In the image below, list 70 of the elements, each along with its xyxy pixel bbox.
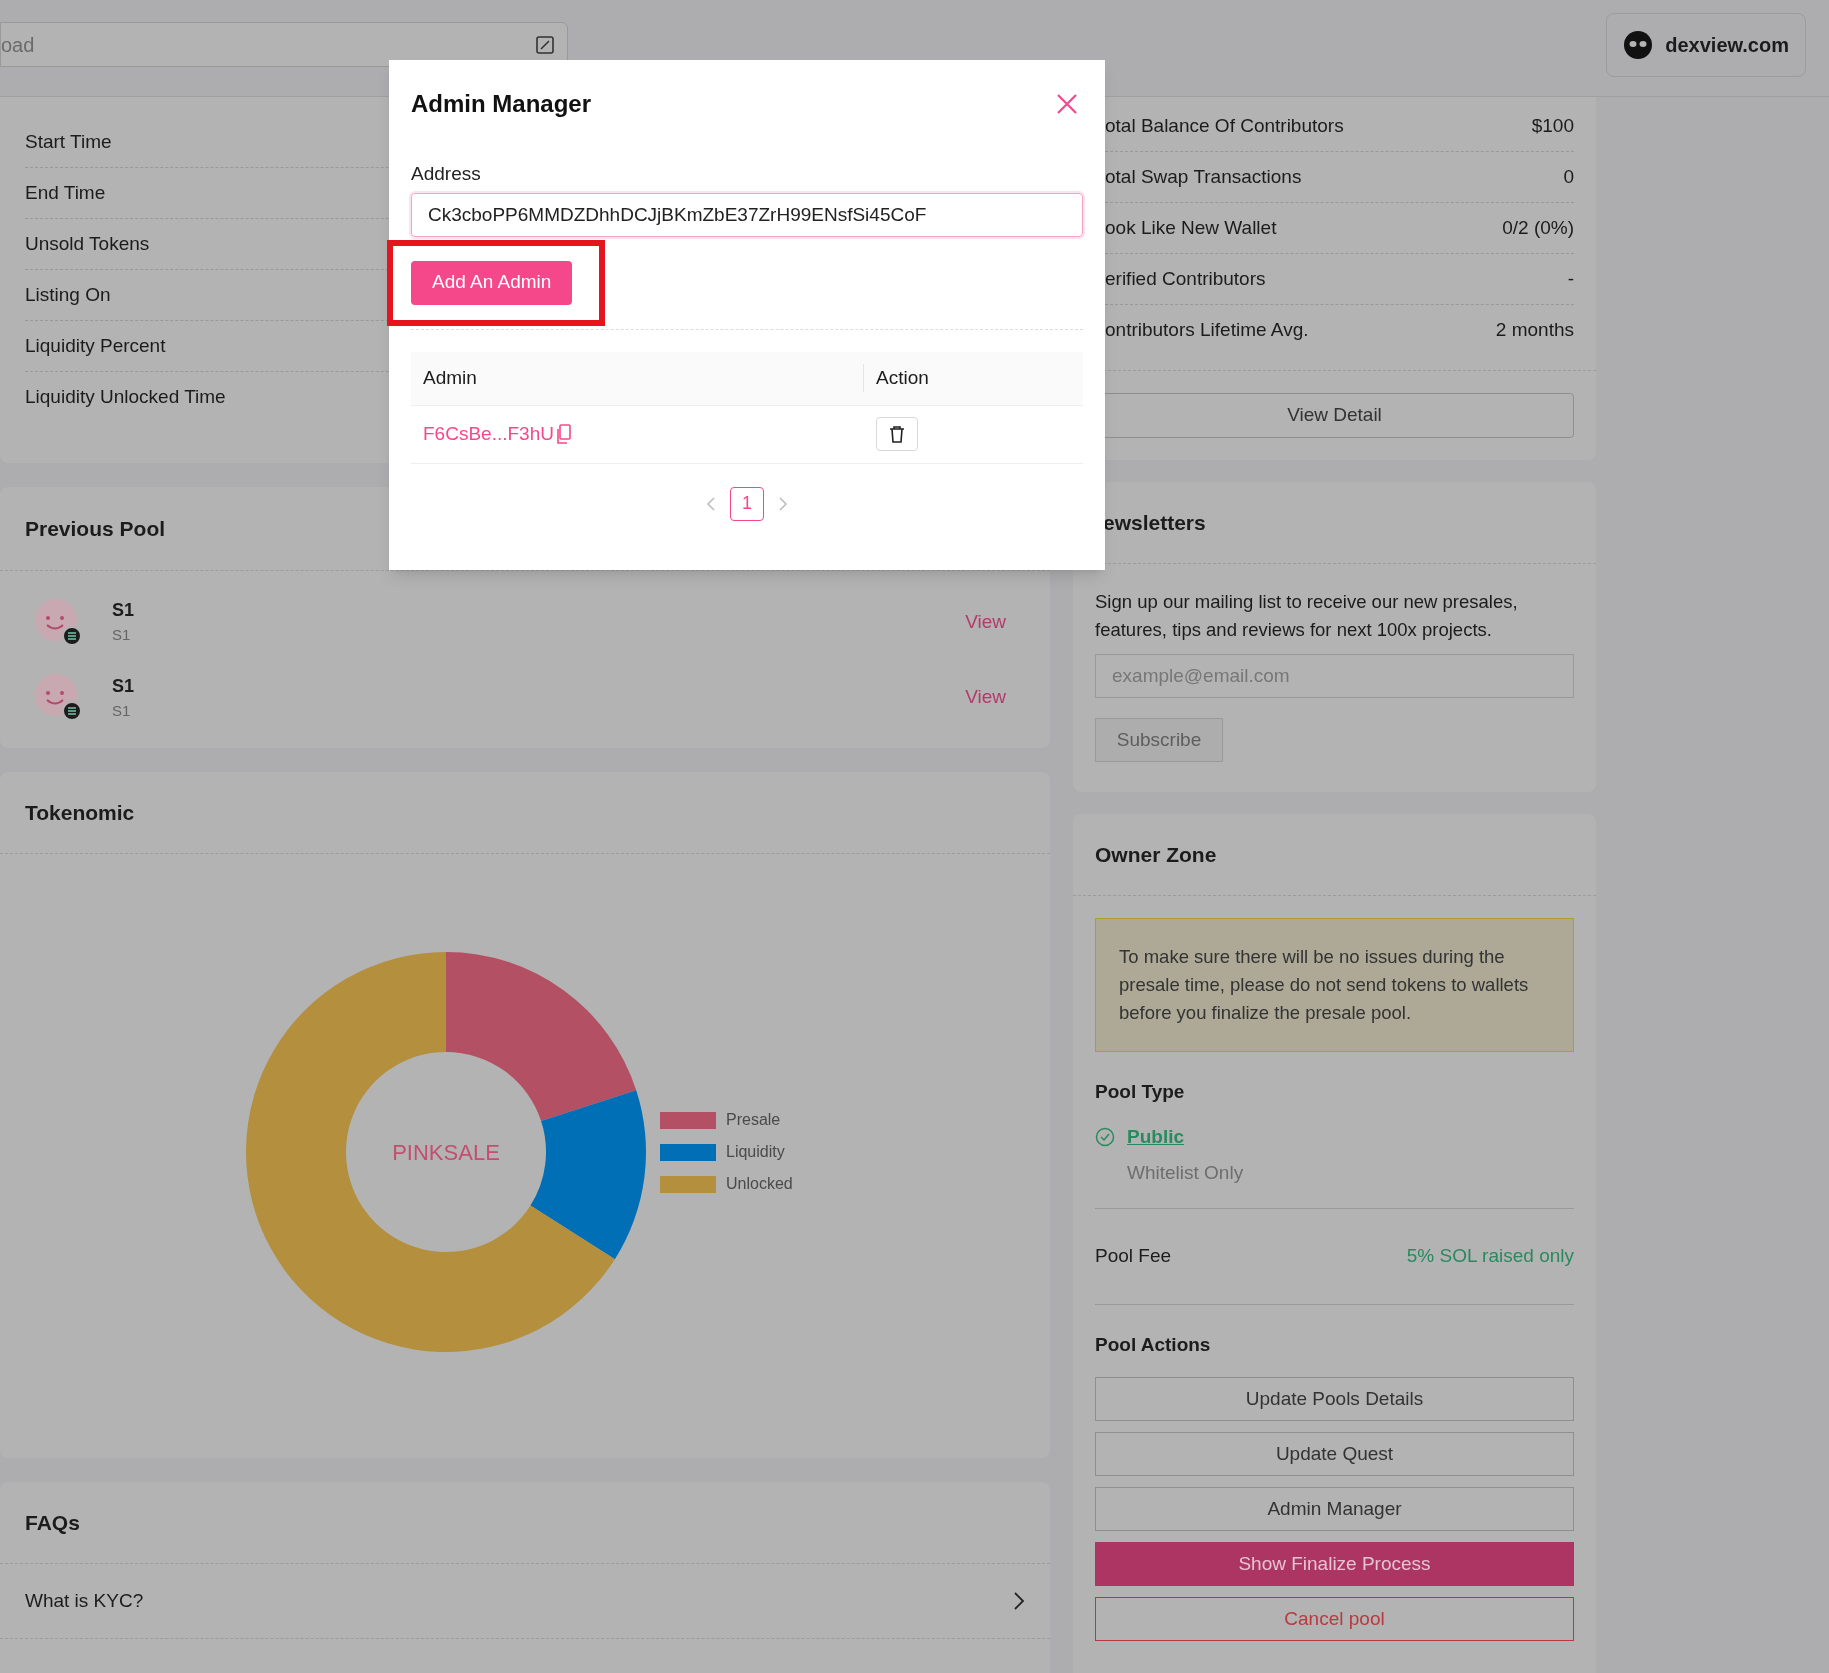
address-label: Address (411, 162, 482, 186)
stat-value: $100 (1531, 113, 1574, 138)
site-link-button[interactable]: dexview.com (1606, 13, 1806, 77)
subsection-title: Pool Type (1095, 1080, 1186, 1104)
info-label: End Time (25, 180, 106, 205)
fee-label: Pool Fee (1095, 1243, 1172, 1268)
warning-notice: To make sure there will be no issues during the presale time, please do not send tokens to wallets before you finalize the presale pool. (1095, 918, 1574, 1052)
trash-icon (889, 425, 905, 443)
legend-label: Liquidity (726, 1142, 785, 1162)
pool-type-option[interactable]: Public (1127, 1122, 1184, 1151)
legend-label: Presale (726, 1110, 781, 1130)
pool-action-button[interactable]: Update Pools Details (1095, 1377, 1574, 1421)
section-title: FAQs (25, 1509, 80, 1536)
token-logo-icon (34, 673, 82, 722)
newsletter-text: Sign up our mailing list to receive our new presales, features, tips and reviews for next 100x projects. (1095, 590, 1519, 642)
section-title: Tokenomic (25, 799, 135, 826)
delete-button[interactable] (876, 417, 918, 451)
pool-action-button[interactable]: Cancel pool (1095, 1597, 1574, 1641)
subsection-title: Pool Actions (1095, 1332, 1212, 1357)
chevron-left-icon[interactable] (706, 495, 716, 512)
admin-address-link[interactable]: F6CsBe...F3hU (423, 419, 554, 449)
pool-symbol: S1 (112, 700, 132, 721)
email-field[interactable]: example@email.com (1095, 654, 1574, 698)
pool-type-option[interactable]: Whitelist Only (1127, 1159, 1244, 1188)
page-button[interactable]: 1 (730, 486, 764, 521)
copy-icon[interactable] (555, 424, 572, 444)
close-icon[interactable] (1056, 93, 1078, 115)
search-text: oad (1, 32, 35, 58)
section-title: ewsletters (1103, 509, 1206, 536)
stat-label: otal Swap Transactions (1105, 164, 1302, 189)
stat-value: 0/2 (0%) (1502, 215, 1574, 240)
info-label: Listing On (25, 282, 111, 307)
token-logo-icon (34, 597, 82, 646)
column-header: Action (875, 365, 929, 390)
search-field[interactable]: oad (0, 22, 568, 67)
cat-logo-icon (1623, 30, 1654, 60)
info-label: Liquidity Unlocked Time (25, 385, 226, 410)
add-admin-button[interactable]: Add An Admin (411, 260, 573, 305)
chevron-right-icon[interactable] (778, 495, 788, 512)
subscribe-button[interactable]: Subscribe (1095, 718, 1223, 762)
fee-value: 5% SOL raised only (1406, 1243, 1574, 1268)
stat-label: otal Balance Of Contributors (1105, 113, 1344, 138)
stat-label: erified Contributors (1105, 266, 1266, 291)
edit-icon[interactable] (535, 34, 555, 55)
stat-label: ontributors Lifetime Avg. (1105, 318, 1309, 343)
faq-question: What is KYC? (25, 1588, 144, 1613)
section-title: Owner Zone (1095, 841, 1217, 868)
pool-action-button[interactable]: Update Quest (1095, 1432, 1574, 1476)
pool-name: S1 (112, 674, 135, 698)
column-header: Admin (411, 363, 864, 393)
info-label: Unsold Tokens (25, 231, 150, 256)
stat-label: ook Like New Wallet (1105, 215, 1277, 240)
pool-action-button[interactable]: Admin Manager (1095, 1487, 1574, 1531)
dialog-title: Admin Manager (411, 89, 592, 119)
faq-item[interactable]: What is KYC? (0, 1564, 1050, 1639)
stat-value: - (1567, 266, 1574, 291)
pool-symbol: S1 (112, 625, 132, 645)
address-field[interactable]: Ck3cboPP6MMDZDhhDCJjBKmZbE37ZrH99ENsfSi45CoF (411, 192, 1083, 237)
chevron-right-icon (1013, 1591, 1025, 1611)
legend-label: Unlocked (726, 1174, 793, 1194)
chart-center-label: PINKSALE (392, 1138, 500, 1167)
stat-value: 0 (1563, 164, 1574, 189)
pool-name: S1 (112, 599, 135, 622)
pool-action-button[interactable]: Show Finalize Process (1095, 1542, 1574, 1586)
stat-value: 2 months (1495, 318, 1574, 343)
info-label: Start Time (25, 129, 112, 154)
view-link[interactable]: View (965, 683, 1006, 712)
view-link[interactable]: View (965, 607, 1006, 636)
section-title: Previous Pool (25, 515, 166, 542)
info-label: Liquidity Percent (25, 333, 166, 358)
